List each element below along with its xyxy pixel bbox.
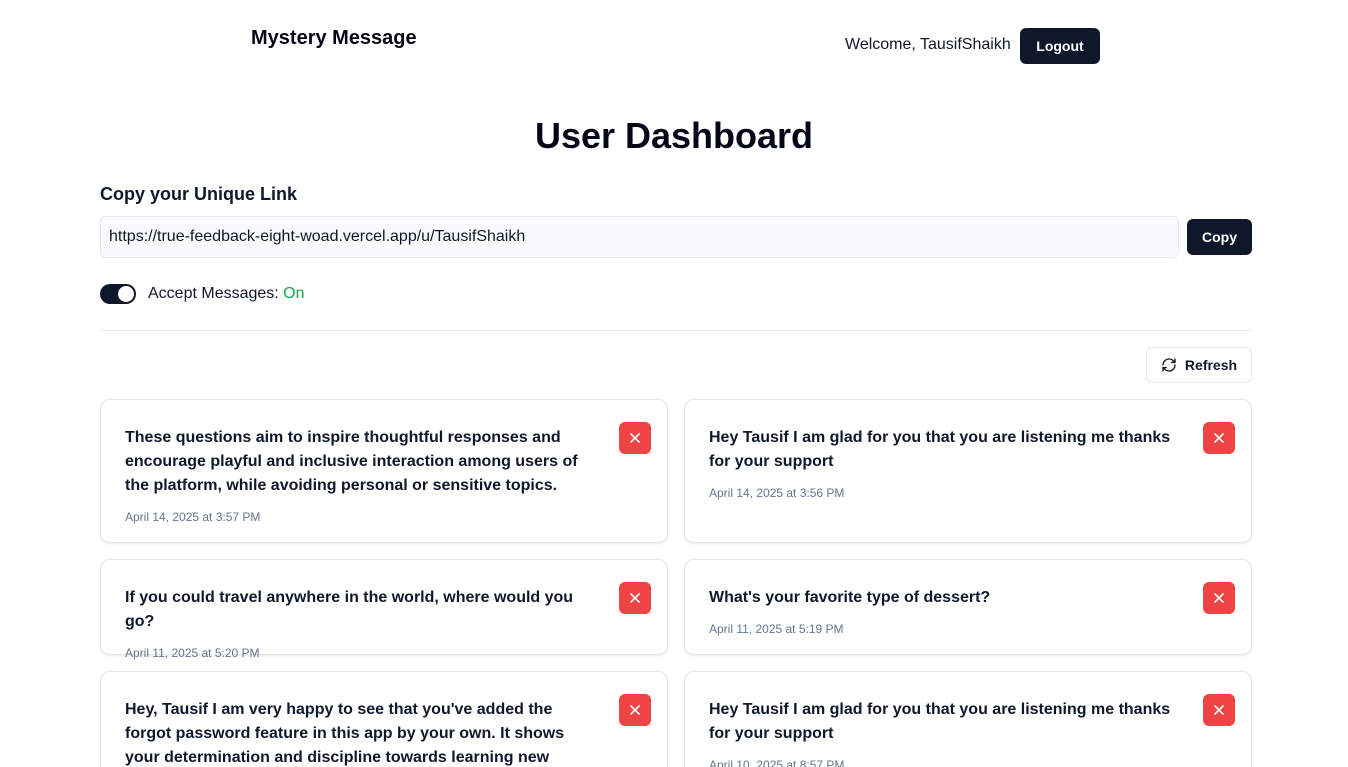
copy-button[interactable]: Copy <box>1187 219 1252 255</box>
message-body: Hey Tausif I am glad for you that you ar… <box>709 698 1181 767</box>
message-date: April 10, 2025 at 8:57 PM <box>709 758 845 767</box>
message-content: Hey, Tausif I am very happy to see that … <box>125 701 565 766</box>
refresh-icon <box>1161 357 1177 373</box>
delete-message-button[interactable] <box>619 694 651 726</box>
message-body: These questions aim to inspire thoughtfu… <box>125 426 597 529</box>
delete-message-button[interactable] <box>619 422 651 454</box>
message-date: April 14, 2025 at 3:56 PM <box>709 486 845 500</box>
message-card: What's your favorite type of dessert? Ap… <box>684 559 1252 655</box>
message-body: If you could travel anywhere in the worl… <box>125 586 597 665</box>
message-card: These questions aim to inspire thoughtfu… <box>100 399 668 543</box>
message-date: April 14, 2025 at 3:57 PM <box>125 510 261 524</box>
refresh-label: Refresh <box>1184 357 1238 373</box>
accept-messages-switch[interactable] <box>100 284 136 304</box>
accept-messages-text: Accept Messages: <box>148 285 284 302</box>
message-content: These questions aim to inspire thoughtfu… <box>125 429 578 494</box>
brand-title[interactable]: Mystery Message <box>251 27 417 50</box>
refresh-button[interactable]: Refresh <box>1146 347 1252 383</box>
close-icon <box>629 704 641 716</box>
message-content: Hey Tausif I am glad for you that you ar… <box>709 701 1171 742</box>
unique-link-heading: Copy your Unique Link <box>100 184 298 204</box>
close-icon <box>629 592 641 604</box>
message-body: Hey, Tausif I am very happy to see that … <box>125 698 597 767</box>
close-icon <box>1213 432 1225 444</box>
delete-message-button[interactable] <box>619 582 651 614</box>
unique-link-input[interactable] <box>100 216 1179 258</box>
close-icon <box>1213 704 1225 716</box>
message-date: April 11, 2025 at 5:19 PM <box>709 622 844 636</box>
switch-thumb <box>118 286 134 302</box>
logout-button[interactable]: Logout <box>1020 28 1100 64</box>
page-title: User Dashboard <box>534 115 814 156</box>
accept-messages-label: Accept Messages: On <box>148 285 305 303</box>
welcome-text: Welcome, TausifShaikh <box>845 36 1011 53</box>
message-body: Hey Tausif I am glad for you that you ar… <box>709 426 1181 505</box>
message-content: If you could travel anywhere in the worl… <box>125 589 574 630</box>
message-body: What's your favorite type of dessert? Ap… <box>709 586 1181 641</box>
navbar: Mystery Message Welcome, TausifShaikh Lo… <box>0 0 1348 90</box>
message-card: Hey, Tausif I am very happy to see that … <box>100 671 668 767</box>
close-icon <box>629 432 641 444</box>
divider <box>100 330 1252 331</box>
message-card: Hey Tausif I am glad for you that you ar… <box>684 399 1252 543</box>
close-icon <box>1213 592 1225 604</box>
delete-message-button[interactable] <box>1203 694 1235 726</box>
delete-message-button[interactable] <box>1203 422 1235 454</box>
delete-message-button[interactable] <box>1203 582 1235 614</box>
message-content: What's your favorite type of dessert? <box>709 589 991 606</box>
accept-messages-status: On <box>283 285 305 302</box>
message-content: Hey Tausif I am glad for you that you ar… <box>709 429 1171 470</box>
message-date: April 11, 2025 at 5:20 PM <box>125 646 260 660</box>
message-card: Hey Tausif I am glad for you that you ar… <box>684 671 1252 767</box>
message-card: If you could travel anywhere in the worl… <box>100 559 668 660</box>
